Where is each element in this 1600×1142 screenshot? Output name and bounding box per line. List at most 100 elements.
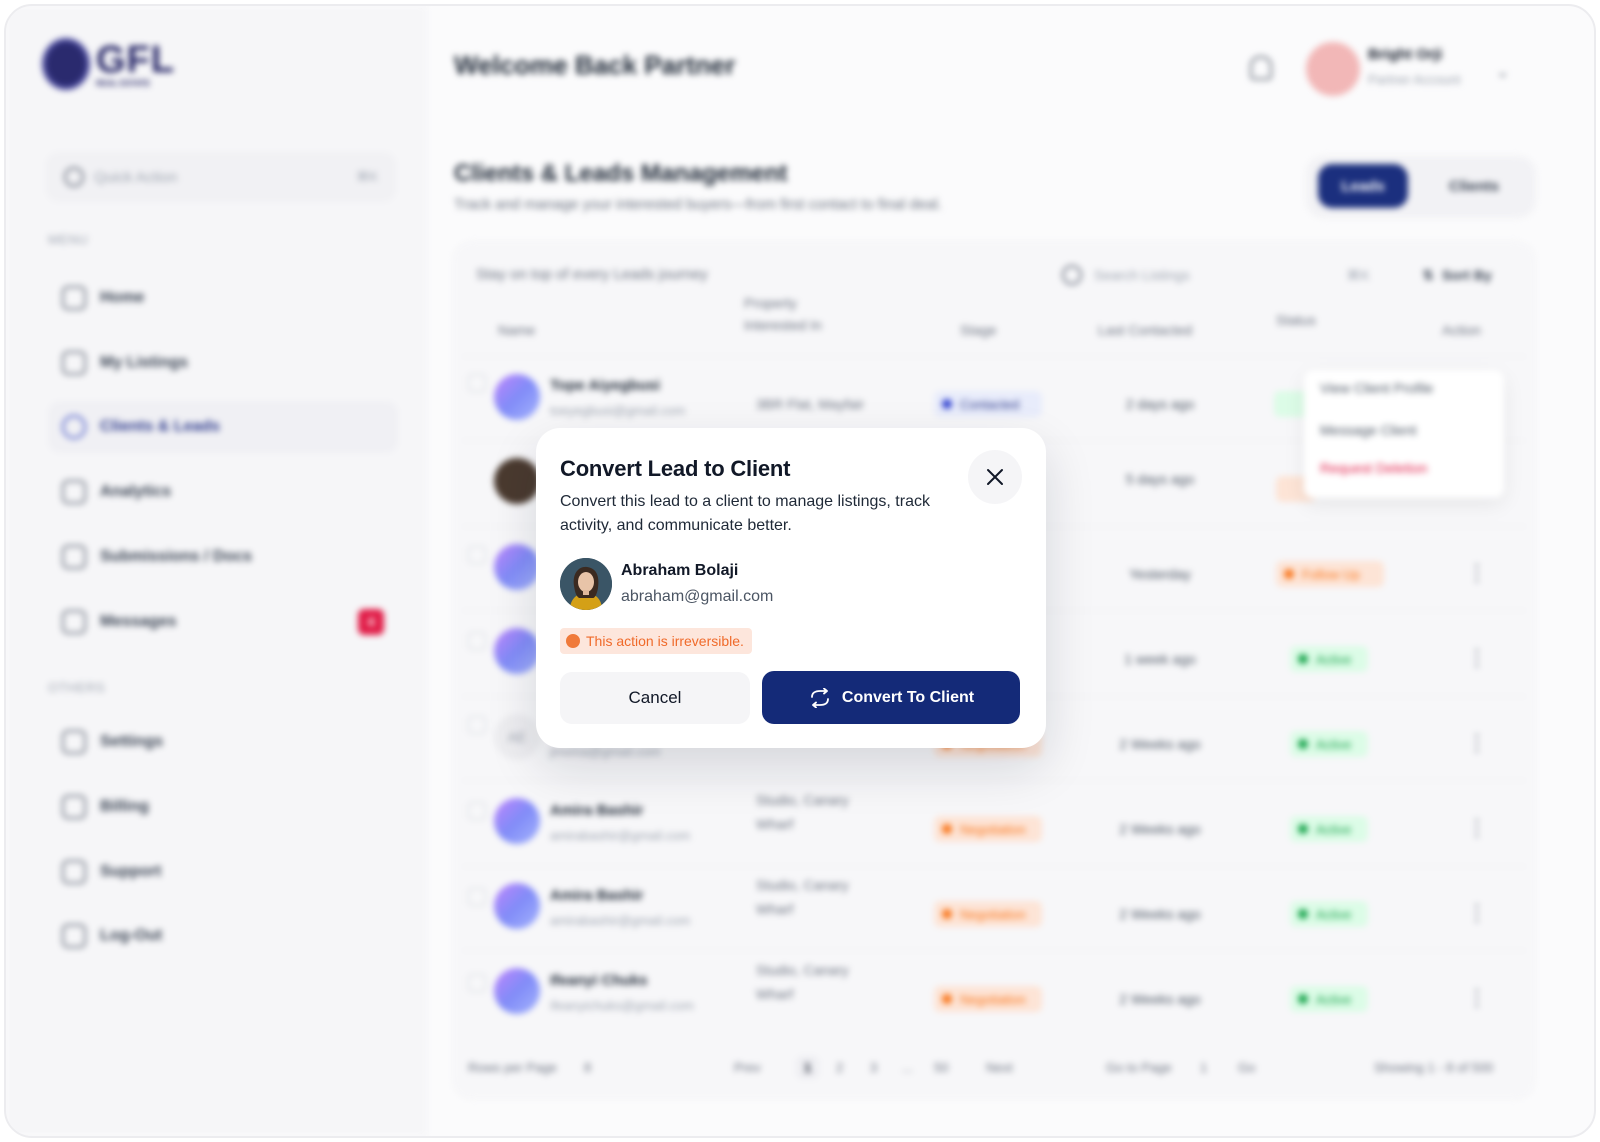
table-search-placeholder: Search Listings — [1094, 267, 1190, 283]
status-label: Follow Up — [1302, 566, 1360, 582]
status-dot — [942, 909, 952, 919]
row-checkbox[interactable] — [468, 888, 486, 906]
menu-item-request-deletion[interactable]: Request Deletion — [1320, 460, 1427, 476]
status-dot — [942, 399, 952, 409]
sidebar-item-my-listings[interactable]: My Listings — [48, 337, 398, 389]
row-last-contacted: 2 Weeks ago — [1119, 821, 1201, 837]
user-avatar[interactable] — [1306, 42, 1360, 96]
page-last-button[interactable]: 50 — [934, 1060, 948, 1075]
row-actions-icon[interactable]: ⋮ — [1466, 987, 1488, 1009]
next-page-button[interactable]: Next — [986, 1060, 1013, 1075]
bell-icon[interactable] — [1250, 56, 1272, 80]
status-label: Active — [1316, 821, 1352, 837]
row-checkbox[interactable] — [468, 716, 486, 734]
rows-per-page-select[interactable]: 8 — [584, 1060, 591, 1075]
page-2-button[interactable]: 2 — [836, 1060, 843, 1075]
row-name: Amira Bashir — [550, 887, 644, 904]
status-badge: Active — [1290, 986, 1368, 1012]
sidebar-item-label: My Listings — [100, 354, 189, 371]
menu-item-view-profile[interactable]: View Client Profile — [1320, 380, 1433, 396]
status-badge: Active — [1290, 816, 1368, 842]
sort-by-button[interactable]: ⇅ Sort By — [1404, 254, 1510, 296]
warning-dot-icon — [566, 634, 580, 648]
page-ellipsis: ... — [902, 1060, 913, 1075]
status-label: Active — [1316, 906, 1352, 922]
prev-page-button[interactable]: Prev — [734, 1060, 761, 1075]
row-checkbox[interactable] — [468, 374, 486, 392]
status-dot — [1298, 654, 1308, 664]
row-actions-icon[interactable]: ⋮ — [1466, 817, 1488, 839]
sidebar-item-home[interactable]: Home — [48, 272, 398, 324]
sidebar-item-messages[interactable]: Messages 4 — [48, 596, 398, 648]
page-1-button[interactable]: 1 — [796, 1056, 820, 1079]
row-email: amirabashir@gmail.com — [550, 913, 691, 928]
status-badge: Active — [1290, 901, 1368, 927]
tab-clients[interactable]: Clients — [1426, 164, 1522, 208]
lead-avatar — [560, 558, 612, 610]
avatar — [494, 883, 540, 929]
sidebar-item-support[interactable]: Support — [48, 846, 398, 898]
quick-action-search[interactable]: Quick Action ⌘K — [46, 152, 396, 202]
row-actions-icon[interactable]: ⋮ — [1466, 562, 1488, 584]
row-property: Studio, Canary Wharf — [756, 792, 849, 832]
sidebar-item-settings[interactable]: Settings — [48, 716, 398, 768]
header-status: Status — [1276, 312, 1316, 328]
stage-label: Negotiation — [960, 821, 1026, 837]
tab-leads[interactable]: Leads — [1318, 164, 1408, 208]
warning-text: This action is irreversible. — [586, 633, 744, 649]
row-last-contacted: 2 days ago — [1125, 396, 1195, 412]
users-icon — [62, 415, 86, 439]
row-actions-icon[interactable]: ⋮ — [1466, 647, 1488, 669]
row-email: amirabashir@gmail.com — [550, 828, 691, 843]
avatar — [494, 458, 540, 504]
stage-badge: Contacted — [934, 391, 1042, 417]
status-badge: Active — [1290, 731, 1368, 757]
chevron-down-icon[interactable]: ⌄ — [1496, 62, 1509, 82]
row-actions-icon[interactable]: ⋮ — [1466, 732, 1488, 754]
go-button[interactable]: Go — [1238, 1060, 1255, 1075]
row-last-contacted: 5 days ago — [1125, 471, 1195, 487]
row-checkbox[interactable] — [468, 974, 486, 992]
avatar — [494, 628, 540, 674]
sidebar-item-label: Submissions / Docs — [100, 548, 253, 565]
headset-icon — [62, 860, 86, 884]
row-last-contacted: Yesterday — [1129, 566, 1191, 582]
stage-label: Negotiation — [960, 991, 1026, 1007]
sidebar-item-label: Messages — [100, 613, 177, 630]
header-last-contacted: Last Contacted — [1098, 322, 1193, 338]
sidebar-item-billing[interactable]: Billing — [48, 781, 398, 833]
avatar — [494, 798, 540, 844]
row-last-contacted: 2 Weeks ago — [1119, 906, 1201, 922]
close-button[interactable] — [968, 450, 1022, 504]
header-name: Name — [498, 322, 536, 338]
go-to-page-label: Go to Page — [1106, 1060, 1172, 1075]
billing-icon — [62, 795, 86, 819]
row-property: Studio, Canary Wharf — [756, 877, 849, 917]
home-icon — [62, 286, 86, 310]
page-3-button[interactable]: 3 — [870, 1060, 877, 1075]
row-checkbox[interactable] — [468, 802, 486, 820]
irreversible-warning-badge: This action is irreversible. — [560, 628, 752, 654]
table-search-input[interactable]: Search Listings ⌘K — [1046, 254, 1386, 296]
sidebar-item-analytics[interactable]: Analytics — [48, 466, 398, 518]
sidebar-item-clients-leads[interactable]: Clients & Leads — [48, 401, 398, 453]
row-actions-icon[interactable]: ⋮ — [1466, 902, 1488, 924]
row-checkbox[interactable] — [468, 546, 486, 564]
brand-logo[interactable]: GFL REAL ESTATE — [42, 38, 175, 90]
go-to-page-input[interactable]: 1 — [1200, 1060, 1207, 1075]
modal-description: Convert this lead to a client to manage … — [560, 493, 930, 534]
welcome-title: Welcome Back Partner — [454, 50, 736, 80]
header-action: Action — [1442, 322, 1481, 338]
menu-item-message-client[interactable]: Message Client — [1320, 422, 1417, 438]
sidebar-item-submissions[interactable]: Submissions / Docs — [48, 531, 398, 583]
avatar-initials: AE — [494, 714, 540, 760]
row-checkbox[interactable] — [468, 632, 486, 650]
avatar — [494, 374, 540, 420]
convert-to-client-button[interactable]: Convert To Client — [762, 671, 1020, 724]
app-frame: GFL REAL ESTATE Quick Action ⌘K MENU Hom… — [4, 4, 1596, 1138]
cancel-button[interactable]: Cancel — [560, 672, 750, 724]
listings-icon — [62, 351, 86, 375]
status-label: Active — [1316, 651, 1352, 667]
sidebar-item-logout[interactable]: Log-Out — [48, 910, 398, 962]
status-dot — [942, 824, 952, 834]
